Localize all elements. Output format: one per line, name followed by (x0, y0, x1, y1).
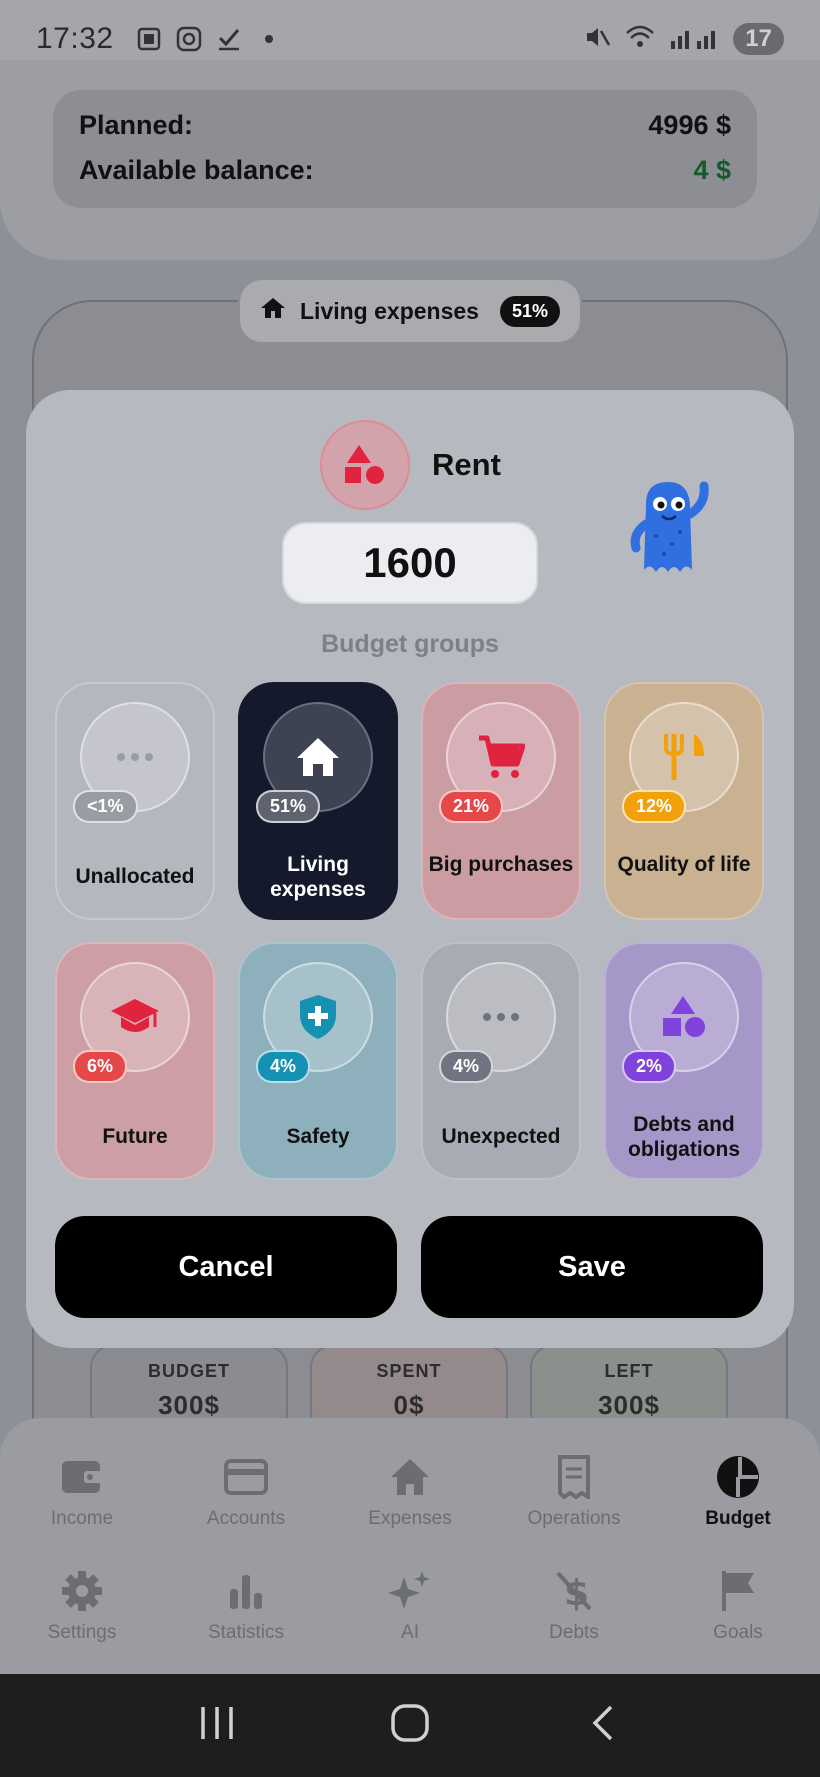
shapes-icon[interactable] (320, 420, 410, 510)
gear-icon (0, 1568, 164, 1614)
group-pill-percent: 51% (499, 295, 560, 327)
group-label: Debts and obligations (628, 1113, 740, 1161)
check-icon (216, 26, 242, 52)
nav-label: Debts (549, 1622, 599, 1643)
nav-budget[interactable]: Budget (656, 1454, 820, 1530)
nav-label: Expenses (368, 1508, 452, 1529)
group-unallocated[interactable]: <1% Unallocated (55, 682, 215, 920)
group-big-purchases[interactable]: 21% Big purchases (421, 682, 581, 920)
no-dollar-icon: $ (492, 1568, 656, 1614)
status-time: 17:32 (36, 22, 114, 55)
group-percent-badge: 4% (439, 1050, 494, 1083)
group-safety[interactable]: 4% Safety (238, 942, 398, 1180)
category-header: Rent (320, 420, 501, 510)
mascot-illustration (616, 474, 716, 589)
nav-label: Settings (47, 1622, 117, 1643)
group-living-expenses[interactable]: 51% Living expenses (238, 682, 398, 920)
system-navigation-bar (0, 1674, 820, 1777)
budget-groups-title: Budget groups (321, 630, 499, 658)
recent-apps-button[interactable] (197, 1703, 237, 1748)
nav-label: Accounts (206, 1508, 286, 1529)
nav-label: Statistics (207, 1622, 285, 1643)
group-unexpected[interactable]: 4% Unexpected (421, 942, 581, 1180)
group-percent-badge: 6% (73, 1050, 128, 1083)
stat-label: LEFT (604, 1361, 654, 1381)
signal-icon (669, 23, 719, 56)
screenshot-icon (136, 26, 162, 52)
cancel-button[interactable]: Cancel (55, 1216, 397, 1318)
amount-input[interactable]: 1600 (282, 522, 538, 604)
available-label: Available balance: (79, 155, 314, 185)
nav-statistics[interactable]: Statistics (164, 1568, 328, 1644)
nav-accounts[interactable]: Accounts (164, 1454, 328, 1530)
home-icon (260, 296, 286, 326)
flag-icon (656, 1568, 820, 1614)
planned-label: Planned: (79, 110, 194, 140)
nav-label: Income (50, 1508, 114, 1529)
available-value: 4 $ (693, 155, 731, 185)
home-icon (328, 1454, 492, 1500)
group-future[interactable]: 6% Future (55, 942, 215, 1180)
group-label: Big purchases (428, 853, 574, 876)
planned-value: 4996 $ (648, 110, 731, 140)
wifi-icon (625, 23, 655, 56)
nav-income[interactable]: Income (0, 1454, 164, 1530)
group-label: Safety (286, 1125, 350, 1148)
mute-icon (583, 23, 611, 56)
nav-label: AI (401, 1622, 419, 1643)
group-label: Quality of life (617, 853, 751, 876)
stat-label: SPENT (376, 1361, 442, 1381)
group-debts-and-obligations[interactable]: 2% Debts and obligations (604, 942, 764, 1180)
budget-groups-grid: <1% Unallocated 51% Living expenses 21% … (55, 682, 765, 1180)
group-quality-of-life[interactable]: 12% Quality of life (604, 682, 764, 920)
nav-expenses[interactable]: Expenses (328, 1454, 492, 1530)
group-pill-label: Living expenses (300, 297, 479, 324)
card-icon (164, 1454, 328, 1500)
background-group-pill: Living expenses 51% (238, 278, 582, 344)
stat-label: BUDGET (148, 1361, 230, 1381)
instagram-icon (176, 26, 202, 52)
category-name: Rent (432, 447, 501, 482)
nav-debts[interactable]: $ Debts (492, 1568, 656, 1644)
nav-goals[interactable]: Goals (656, 1568, 820, 1644)
nav-ai[interactable]: AI (328, 1568, 492, 1644)
wallet-icon (0, 1454, 164, 1500)
group-label: Unallocated (75, 865, 195, 888)
home-button[interactable] (390, 1703, 430, 1748)
group-percent-badge: 4% (256, 1050, 311, 1083)
group-label: Unexpected (441, 1125, 561, 1148)
nav-operations[interactable]: Operations (492, 1454, 656, 1530)
nav-label: Operations (527, 1508, 621, 1529)
battery-indicator: 17 (733, 23, 784, 55)
edit-category-dialog: Rent 1600 Budget groups <1% Unallocated (26, 390, 794, 1348)
bar-chart-icon (164, 1568, 328, 1614)
group-percent-badge: 51% (256, 790, 321, 823)
save-button[interactable]: Save (421, 1216, 763, 1318)
pie-chart-icon (656, 1454, 820, 1500)
nav-label: Goals (713, 1622, 763, 1643)
receipt-icon (492, 1454, 656, 1500)
stat-value: 300$ (158, 1390, 220, 1420)
group-percent-badge: 12% (622, 790, 687, 823)
group-label: Living expenses (270, 853, 366, 901)
nav-label: Budget (705, 1508, 771, 1529)
group-percent-badge: <1% (73, 790, 138, 823)
group-percent-badge: 21% (439, 790, 504, 823)
group-percent-badge: 2% (622, 1050, 677, 1083)
bottom-navigation: Income Accounts Expenses Operations Budg… (0, 1418, 820, 1674)
budget-summary: Planned: 4996 $ Available balance: 4 $ (53, 90, 757, 208)
stat-value: 0$ (393, 1390, 425, 1420)
back-button[interactable] (583, 1703, 623, 1748)
group-label: Future (102, 1125, 168, 1148)
stat-value: 300$ (598, 1390, 660, 1420)
sparkles-icon (328, 1568, 492, 1614)
nav-settings[interactable]: Settings (0, 1568, 164, 1644)
dot-icon (256, 26, 282, 52)
